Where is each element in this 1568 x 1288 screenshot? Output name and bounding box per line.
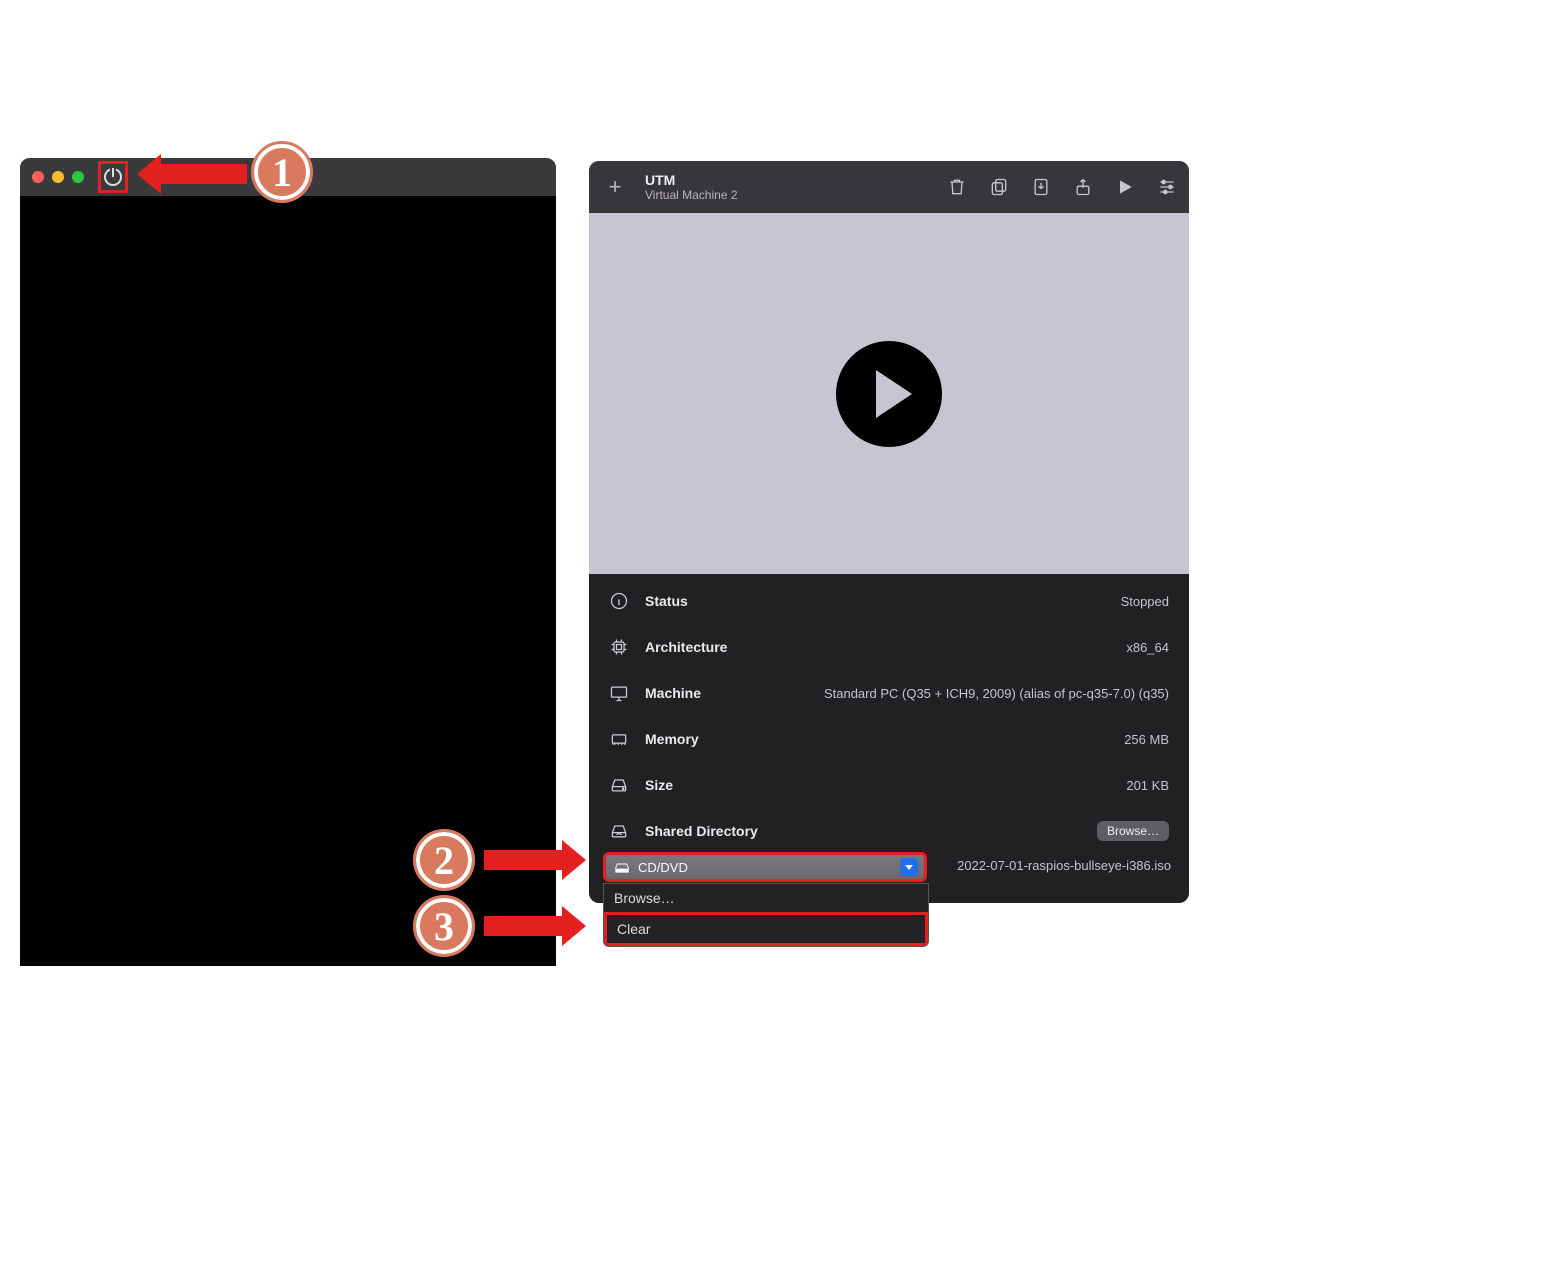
architecture-value: x86_64 — [1126, 640, 1169, 655]
add-vm-button[interactable]: + — [601, 173, 629, 201]
annotation-arrow-2 — [484, 850, 568, 870]
cddvd-menu: Browse… Clear — [603, 883, 929, 947]
power-icon — [104, 168, 122, 186]
size-row: Size 201 KB — [609, 762, 1169, 808]
machine-label: Machine — [645, 685, 701, 701]
download-icon[interactable] — [1031, 177, 1051, 197]
size-value: 201 KB — [1126, 778, 1169, 793]
disc-icon — [614, 861, 630, 873]
architecture-label: Architecture — [645, 639, 727, 655]
start-vm-button[interactable] — [836, 341, 942, 447]
shared-directory-label: Shared Directory — [645, 823, 758, 839]
folder-share-icon — [609, 821, 629, 841]
machine-row: Machine Standard PC (Q35 + ICH9, 2009) (… — [609, 670, 1169, 716]
status-label: Status — [645, 593, 688, 609]
drive-icon — [609, 775, 629, 795]
annotation-arrow-1 — [155, 164, 247, 184]
menu-browse[interactable]: Browse… — [604, 884, 928, 912]
monitor-icon — [609, 683, 629, 703]
annotation-badge-2: 2 — [416, 832, 472, 888]
size-label: Size — [645, 777, 673, 793]
shared-directory-row: Shared Directory Browse… — [609, 808, 1169, 854]
browse-shared-button[interactable]: Browse… — [1097, 821, 1169, 841]
vm-name: Virtual Machine 2 — [645, 188, 738, 202]
memory-value: 256 MB — [1124, 732, 1169, 747]
play-icon[interactable] — [1115, 177, 1135, 197]
status-row: Status Stopped — [609, 578, 1169, 624]
cddvd-dropdown[interactable]: CD/DVD — [603, 852, 927, 882]
app-title: UTM — [645, 172, 738, 188]
duplicate-icon[interactable] — [989, 177, 1009, 197]
toolbar: + UTM Virtual Machine 2 — [589, 161, 1189, 213]
cddvd-label: CD/DVD — [638, 860, 900, 875]
vm-console-window: Virtual — [20, 158, 556, 966]
machine-value: Standard PC (Q35 + ICH9, 2009) (alias of… — [824, 686, 1169, 701]
console-display — [20, 196, 556, 966]
trash-icon[interactable] — [947, 177, 967, 197]
menu-clear[interactable]: Clear — [604, 912, 928, 946]
annotation-badge-1: 1 — [254, 144, 310, 200]
play-icon — [876, 370, 912, 418]
traffic-lights — [32, 171, 84, 183]
zoom-window-button[interactable] — [72, 171, 84, 183]
close-window-button[interactable] — [32, 171, 44, 183]
vm-info-panel: Status Stopped Architecture x86_64 Machi… — [589, 574, 1189, 854]
annotation-arrow-3 — [484, 916, 568, 936]
power-button[interactable] — [98, 161, 128, 193]
info-icon — [609, 591, 629, 611]
cpu-icon — [609, 637, 629, 657]
chevron-down-icon — [900, 858, 918, 876]
vm-preview — [589, 213, 1189, 574]
annotation-badge-3: 3 — [416, 898, 472, 954]
settings-icon[interactable] — [1157, 177, 1177, 197]
status-value: Stopped — [1121, 594, 1169, 609]
memory-icon — [609, 729, 629, 749]
memory-label: Memory — [645, 731, 699, 747]
architecture-row: Architecture x86_64 — [609, 624, 1169, 670]
title-stack: UTM Virtual Machine 2 — [645, 172, 738, 202]
utm-window: + UTM Virtual Machine 2 Status — [589, 161, 1189, 903]
toolbar-actions — [947, 177, 1177, 197]
share-icon[interactable] — [1073, 177, 1093, 197]
minimize-window-button[interactable] — [52, 171, 64, 183]
memory-row: Memory 256 MB — [609, 716, 1169, 762]
cddvd-iso-name: 2022-07-01-raspios-bullseye-i386.iso — [957, 858, 1171, 873]
